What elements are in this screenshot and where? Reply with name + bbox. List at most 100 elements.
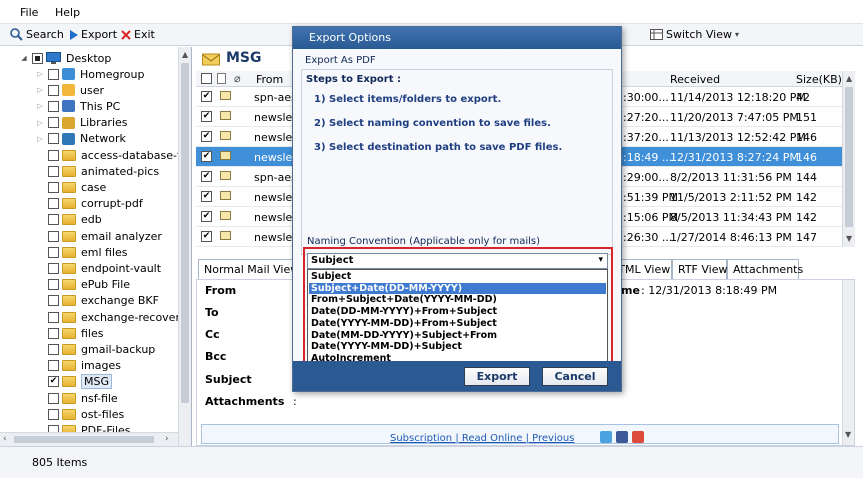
tree-item[interactable]: ▷ Network: [36, 131, 126, 147]
expand-icon[interactable]: [36, 183, 44, 191]
tree-item[interactable]: eml files: [36, 244, 128, 260]
naming-option[interactable]: Subject: [309, 271, 606, 283]
expand-icon[interactable]: [36, 394, 44, 402]
search-button[interactable]: Search: [10, 28, 64, 41]
tree-checkbox[interactable]: [48, 198, 59, 210]
switch-view-button[interactable]: Switch View ▾: [650, 28, 739, 41]
grid-scrollbar[interactable]: ▲ ▼: [842, 71, 855, 247]
tree-scrollbar[interactable]: ▲: [178, 47, 191, 446]
select-all-checkbox[interactable]: [201, 73, 212, 84]
tree-item[interactable]: ▷ Libraries: [36, 115, 127, 131]
hscroll-thumb[interactable]: [14, 436, 154, 443]
expand-icon[interactable]: [36, 329, 44, 337]
expand-icon[interactable]: [36, 248, 44, 256]
tree-checkbox[interactable]: [48, 214, 59, 226]
row-checkbox[interactable]: ✔: [201, 211, 212, 222]
expand-icon[interactable]: ▷: [36, 102, 44, 110]
tree-item[interactable]: ost-files: [36, 406, 124, 422]
google-plus-icon[interactable]: [632, 431, 644, 443]
expand-icon[interactable]: [36, 313, 44, 321]
tree-item[interactable]: case: [36, 179, 106, 195]
expand-icon[interactable]: [36, 410, 44, 418]
row-checkbox[interactable]: ✔: [201, 131, 212, 142]
scroll-down-icon[interactable]: ▼: [846, 234, 852, 243]
tree-checkbox[interactable]: [48, 181, 59, 193]
scroll-left-icon[interactable]: ‹: [3, 434, 7, 444]
tree-checkbox[interactable]: [48, 230, 59, 242]
expand-icon[interactable]: [36, 167, 44, 175]
scroll-right-icon[interactable]: ›: [165, 434, 169, 444]
naming-option[interactable]: Date(DD-MM-YYYY)+From+Subject: [309, 306, 606, 318]
column-received[interactable]: Received: [670, 73, 720, 86]
naming-option[interactable]: Date(YYYY-MM-DD)+From+Subject: [309, 318, 606, 330]
tab-normal-mail-view[interactable]: Normal Mail View: [198, 259, 299, 279]
scroll-thumb[interactable]: [845, 87, 853, 227]
preview-footer-links[interactable]: Subscription | Read Online | Previous: [390, 433, 574, 443]
export-button[interactable]: Export: [70, 28, 117, 41]
row-checkbox[interactable]: ✔: [201, 171, 212, 182]
expand-icon[interactable]: [36, 297, 44, 305]
tree-checkbox[interactable]: [32, 52, 43, 64]
tree-checkbox[interactable]: [48, 311, 59, 323]
tree-checkbox[interactable]: [48, 392, 59, 404]
tree-checkbox[interactable]: [48, 279, 59, 291]
tree-item[interactable]: access-database-file: [36, 147, 191, 163]
expand-icon[interactable]: [36, 151, 44, 159]
tree-item[interactable]: ▷ Homegroup: [36, 66, 144, 82]
expand-icon[interactable]: [36, 362, 44, 370]
tree-item[interactable]: ✔ MSG: [36, 374, 112, 390]
naming-option[interactable]: From+Subject+Date(YYYY-MM-DD): [309, 294, 606, 306]
chevron-down-icon[interactable]: ▾: [598, 255, 603, 265]
tree-root-desktop[interactable]: ◢ Desktop: [20, 50, 111, 66]
scroll-up-icon[interactable]: ▲: [846, 74, 852, 83]
tree-checkbox[interactable]: [48, 133, 59, 145]
tree-checkbox[interactable]: [48, 360, 59, 372]
tree-checkbox[interactable]: [48, 295, 59, 307]
tree-item[interactable]: exchange-recovery: [36, 309, 186, 325]
expand-icon[interactable]: ▷: [36, 135, 44, 143]
tree-item[interactable]: exchange BKF: [36, 293, 159, 309]
tree-item[interactable]: ePub File: [36, 277, 130, 293]
tree-checkbox[interactable]: [48, 149, 59, 161]
tree-item[interactable]: images: [36, 358, 121, 374]
tree-checkbox[interactable]: ✔: [48, 376, 59, 388]
tree-item[interactable]: nsf-file: [36, 390, 118, 406]
tree-checkbox[interactable]: [48, 117, 59, 129]
column-from[interactable]: From: [256, 73, 283, 86]
export-dialog-button[interactable]: Export: [464, 367, 530, 386]
expand-icon[interactable]: [36, 216, 44, 224]
collapse-icon[interactable]: ◢: [20, 54, 28, 62]
facebook-icon[interactable]: [616, 431, 628, 443]
tree-item[interactable]: ▷ This PC: [36, 98, 120, 114]
expand-icon[interactable]: [36, 378, 44, 386]
tree-item[interactable]: endpoint-vault: [36, 260, 161, 276]
tree-checkbox[interactable]: [48, 262, 59, 274]
tree-checkbox[interactable]: [48, 246, 59, 258]
row-checkbox[interactable]: ✔: [201, 231, 212, 242]
row-checkbox[interactable]: ✔: [201, 191, 212, 202]
menu-help[interactable]: Help: [55, 6, 80, 19]
tree-item[interactable]: animated-pics: [36, 163, 159, 179]
tree-hscrollbar[interactable]: ‹ ›: [0, 432, 178, 446]
cancel-button[interactable]: Cancel: [542, 367, 608, 386]
tree-item[interactable]: edb: [36, 212, 102, 228]
tree-checkbox[interactable]: [48, 343, 59, 355]
row-checkbox[interactable]: ✔: [201, 91, 212, 102]
tree-item[interactable]: ▷ user: [36, 82, 104, 98]
twitter-icon[interactable]: [600, 431, 612, 443]
tree-checkbox[interactable]: [48, 84, 59, 96]
naming-option[interactable]: Date(MM-DD-YYYY)+Subject+From: [309, 330, 606, 342]
menu-file[interactable]: File: [20, 6, 38, 19]
scroll-down-icon[interactable]: ▼: [845, 430, 851, 439]
tree-item[interactable]: gmail-backup: [36, 341, 155, 357]
tab-attachments[interactable]: Attachments: [727, 259, 803, 279]
naming-convention-select[interactable]: Subject ▾: [307, 253, 608, 269]
scroll-up-icon[interactable]: ▲: [182, 50, 188, 59]
expand-icon[interactable]: ▷: [36, 86, 44, 94]
preview-scrollbar[interactable]: ▼: [842, 280, 854, 445]
tree-checkbox[interactable]: [48, 408, 59, 420]
expand-icon[interactable]: [36, 281, 44, 289]
tree-checkbox[interactable]: [48, 327, 59, 339]
exit-button[interactable]: Exit: [121, 28, 155, 41]
expand-icon[interactable]: ▷: [36, 70, 44, 78]
